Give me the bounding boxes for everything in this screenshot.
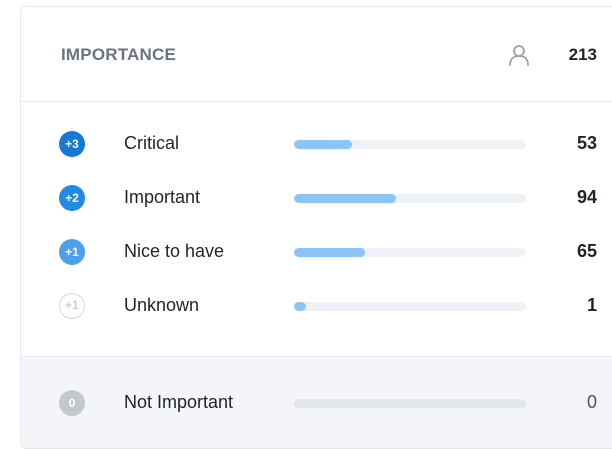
- item-label: Important: [124, 187, 201, 207]
- item-label: Critical: [124, 133, 180, 153]
- progress-fill: [294, 302, 306, 311]
- list-item-important[interactable]: +2 Important 94: [21, 172, 612, 226]
- not-important-section: 0 Not Important 0: [21, 356, 612, 448]
- progress-fill: [294, 194, 397, 203]
- item-count: 0: [586, 392, 597, 412]
- score-badge: +2: [59, 185, 85, 211]
- progress-fill: [294, 248, 365, 257]
- progress-bar: [294, 140, 526, 149]
- list-item-unknown[interactable]: +1 Unknown 1: [21, 280, 612, 334]
- item-label: Nice to have: [124, 241, 225, 261]
- item-count: 65: [576, 241, 597, 261]
- item-label: Unknown: [124, 295, 200, 315]
- score-badge: +1: [59, 239, 85, 265]
- progress-bar: [294, 248, 526, 257]
- score-badge: 0: [59, 390, 85, 416]
- card-title: IMPORTANCE: [61, 45, 177, 64]
- importance-card: IMPORTANCE 213 +3 Critical 53 +2 Importa…: [20, 6, 612, 449]
- list-item-critical[interactable]: +3 Critical 53: [21, 118, 612, 172]
- progress-fill: [294, 140, 352, 149]
- progress-bar: [294, 302, 526, 311]
- item-label: Not Important: [124, 392, 234, 412]
- card-header: IMPORTANCE 213: [21, 7, 612, 102]
- list-item-nice-to-have[interactable]: +1 Nice to have 65: [21, 226, 612, 280]
- progress-bar: [294, 194, 526, 203]
- user-icon: [507, 43, 531, 67]
- total-count: 213: [568, 45, 597, 64]
- item-count: 94: [576, 187, 597, 207]
- item-count: 1: [586, 295, 597, 315]
- score-badge: +1: [59, 293, 85, 319]
- score-badge: +3: [59, 131, 85, 157]
- list-item-not-important[interactable]: 0 Not Important 0: [21, 377, 612, 431]
- item-count: 53: [576, 133, 597, 153]
- progress-bar: [294, 399, 526, 408]
